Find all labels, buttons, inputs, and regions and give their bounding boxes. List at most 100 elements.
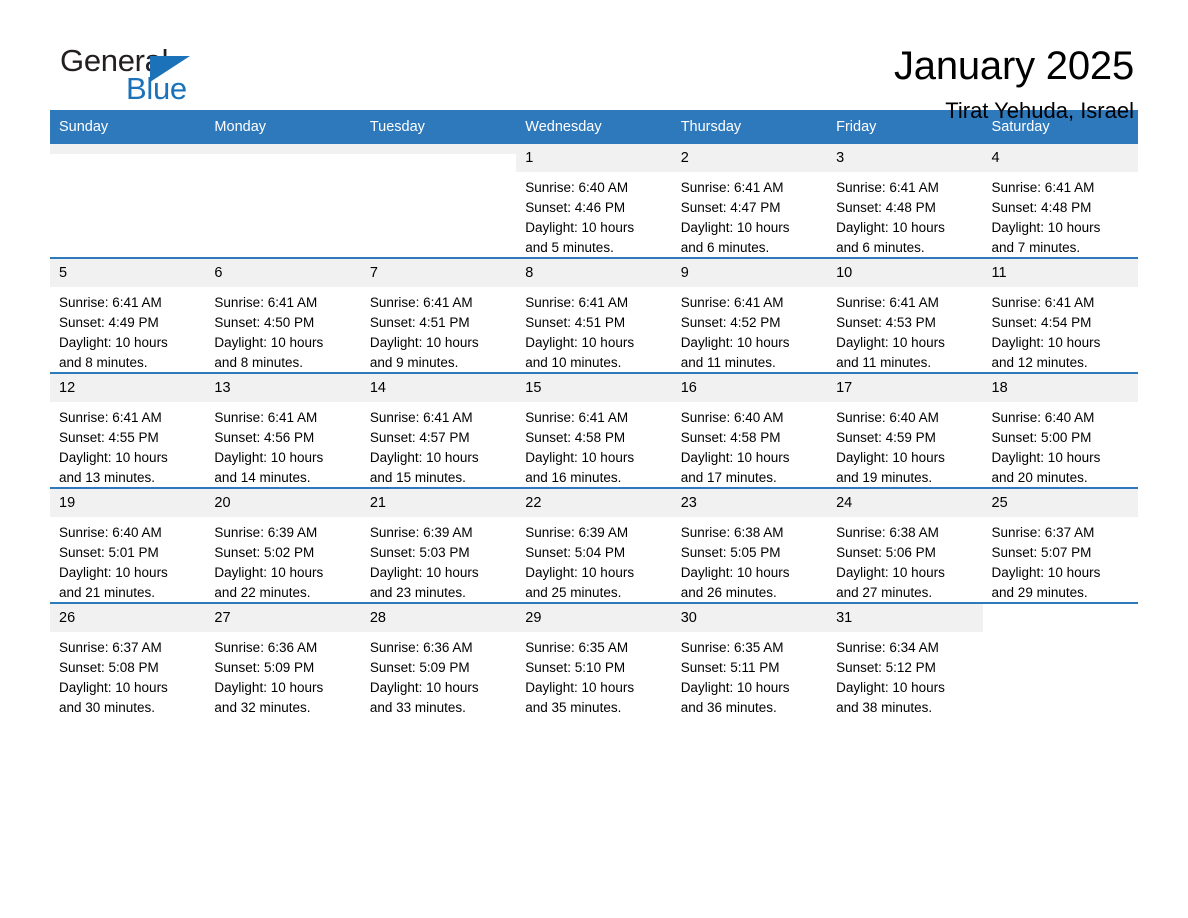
daylight-duration-line1: Daylight: 10 hours bbox=[214, 565, 324, 580]
day-details: Sunrise: 6:40 AM Sunset: 5:00 PM Daylight:… bbox=[983, 402, 1138, 488]
calendar-day-cell[interactable]: 30 Sunrise: 6:35 AM Sunset: 5:11 PM Dayligh… bbox=[671, 602, 828, 717]
day-number: 16 bbox=[671, 374, 828, 402]
calendar-day-cell[interactable] bbox=[205, 144, 361, 258]
daylight-duration-line2: and 13 minutes. bbox=[59, 470, 156, 485]
day-cell-inner: 27 Sunrise: 6:36 AM Sunset: 5:09 PM Dayligh… bbox=[205, 604, 361, 718]
calendar-day-cell[interactable]: 9 Sunrise: 6:41 AM Sunset: 4:52 PM Daylight… bbox=[671, 257, 828, 373]
sunset-time: Sunset: 4:50 PM bbox=[214, 315, 315, 330]
calendar-day-cell[interactable]: 11 Sunrise: 6:41 AM Sunset: 4:54 PM Dayligh… bbox=[982, 257, 1138, 373]
calendar-day-cell[interactable]: 24 Sunrise: 6:38 AM Sunset: 5:06 PM Dayligh… bbox=[827, 487, 983, 603]
day-number: 23 bbox=[671, 489, 828, 517]
day-cell-inner: 25 Sunrise: 6:37 AM Sunset: 5:07 PM Dayligh… bbox=[982, 489, 1138, 602]
daylight-duration-line2: and 8 minutes. bbox=[214, 355, 303, 370]
daylight-duration-line1: Daylight: 10 hours bbox=[680, 335, 790, 350]
calendar-day-cell[interactable] bbox=[360, 144, 517, 258]
day-cell-inner: 13 Sunrise: 6:41 AM Sunset: 4:56 PM Dayligh… bbox=[205, 374, 361, 487]
day-cell-inner: 29 Sunrise: 6:35 AM Sunset: 5:10 PM Dayligh… bbox=[516, 604, 672, 718]
daylight-duration-line2: and 6 minutes. bbox=[680, 240, 770, 255]
daylight-duration-line1: Daylight: 10 hours bbox=[525, 680, 635, 695]
day-number: 21 bbox=[360, 489, 517, 517]
calendar-day-cell[interactable]: 1 Sunrise: 6:40 AM Sunset: 4:46 PM Daylight… bbox=[516, 144, 672, 258]
weekday-header-sunday: Sunday bbox=[50, 110, 206, 144]
sunset-time: Sunset: 4:58 PM bbox=[525, 430, 626, 445]
sunrise-time: Sunrise: 6:38 AM bbox=[680, 525, 784, 540]
calendar-day-cell[interactable]: 29 Sunrise: 6:35 AM Sunset: 5:10 PM Dayligh… bbox=[516, 602, 672, 718]
daylight-duration-line1: Daylight: 10 hours bbox=[991, 450, 1101, 465]
calendar-day-cell[interactable]: 20 Sunrise: 6:39 AM Sunset: 5:02 PM Dayligh… bbox=[205, 487, 361, 603]
day-cell-inner: 15 Sunrise: 6:41 AM Sunset: 4:58 PM Dayligh… bbox=[516, 374, 672, 488]
day-details: Sunrise: 6:40 AM Sunset: 5:01 PM Daylight:… bbox=[50, 517, 205, 603]
day-details: Sunrise: 6:41 AM Sunset: 4:58 PM Daylight:… bbox=[516, 402, 671, 488]
day-cell-inner: 3 Sunrise: 6:41 AM Sunset: 4:48 PM Daylight… bbox=[827, 144, 983, 257]
day-number: 13 bbox=[205, 374, 361, 402]
calendar-day-cell[interactable] bbox=[50, 144, 206, 258]
sunset-time: Sunset: 4:46 PM bbox=[525, 200, 626, 215]
calendar-day-cell bbox=[982, 602, 1138, 717]
daylight-duration-line1: Daylight: 10 hours bbox=[836, 335, 945, 350]
calendar-day-cell[interactable]: 15 Sunrise: 6:41 AM Sunset: 4:58 PM Dayligh… bbox=[516, 372, 672, 488]
calendar-day-cell[interactable]: 18 Sunrise: 6:40 AM Sunset: 5:00 PM Dayligh… bbox=[982, 372, 1138, 488]
day-cell-inner: 7 Sunrise: 6:41 AM Sunset: 4:51 PM Daylight… bbox=[360, 259, 517, 372]
sunset-time: Sunset: 5:11 PM bbox=[680, 660, 780, 675]
day-number: 10 bbox=[827, 259, 983, 287]
day-details: Sunrise: 6:34 AM Sunset: 5:12 PM Daylight:… bbox=[827, 632, 982, 718]
calendar-day-cell[interactable]: 13 Sunrise: 6:41 AM Sunset: 4:56 PM Dayligh… bbox=[205, 372, 361, 488]
day-number: 26 bbox=[50, 604, 206, 632]
sunrise-time: Sunrise: 6:40 AM bbox=[525, 180, 629, 195]
sunset-time: Sunset: 5:00 PM bbox=[991, 430, 1092, 445]
calendar-day-cell[interactable]: 28 Sunrise: 6:36 AM Sunset: 5:09 PM Dayligh… bbox=[360, 602, 517, 717]
sunset-time: Sunset: 4:59 PM bbox=[836, 430, 936, 445]
calendar-day-cell[interactable]: 23 Sunrise: 6:38 AM Sunset: 5:05 PM Dayligh… bbox=[671, 487, 828, 603]
daylight-duration-line2: and 26 minutes. bbox=[680, 585, 777, 600]
day-details: Sunrise: 6:36 AM Sunset: 5:09 PM Daylight:… bbox=[205, 632, 360, 718]
calendar-day-cell[interactable]: 10 Sunrise: 6:41 AM Sunset: 4:53 PM Dayligh… bbox=[827, 257, 983, 373]
calendar-day-cell[interactable]: 12 Sunrise: 6:41 AM Sunset: 4:55 PM Dayligh… bbox=[50, 372, 206, 488]
daylight-duration-line2: and 23 minutes. bbox=[369, 585, 466, 600]
calendar-day-cell[interactable]: 16 Sunrise: 6:40 AM Sunset: 4:58 PM Dayligh… bbox=[671, 372, 828, 488]
calendar-day-cell[interactable]: 19 Sunrise: 6:40 AM Sunset: 5:01 PM Dayligh… bbox=[50, 487, 206, 603]
day-number: 6 bbox=[205, 259, 361, 287]
calendar-day-cell[interactable]: 21 Sunrise: 6:39 AM Sunset: 5:03 PM Dayligh… bbox=[360, 487, 517, 603]
calendar-day-cell[interactable]: 22 Sunrise: 6:39 AM Sunset: 5:04 PM Dayligh… bbox=[516, 487, 672, 603]
calendar-day-cell[interactable]: 6 Sunrise: 6:41 AM Sunset: 4:50 PM Daylight… bbox=[205, 257, 361, 373]
calendar-day-cell[interactable]: 14 Sunrise: 6:41 AM Sunset: 4:57 PM Dayligh… bbox=[360, 372, 517, 488]
sunrise-time: Sunrise: 6:35 AM bbox=[680, 640, 784, 655]
sunset-time: Sunset: 4:57 PM bbox=[369, 430, 470, 445]
sunrise-time: Sunrise: 6:40 AM bbox=[836, 410, 939, 425]
daylight-duration-line2: and 30 minutes. bbox=[59, 700, 156, 715]
day-number: 15 bbox=[516, 374, 672, 402]
sunrise-time: Sunrise: 6:41 AM bbox=[836, 295, 939, 310]
sunset-time: Sunset: 5:01 PM bbox=[59, 545, 159, 560]
daylight-duration-line2: and 7 minutes. bbox=[991, 240, 1081, 255]
calendar-day-cell[interactable]: 2 Sunrise: 6:41 AM Sunset: 4:47 PM Daylight… bbox=[671, 144, 828, 258]
calendar-day-cell[interactable]: 3 Sunrise: 6:41 AM Sunset: 4:48 PM Daylight… bbox=[827, 144, 983, 258]
sunrise-time: Sunrise: 6:40 AM bbox=[991, 410, 1095, 425]
sunrise-time: Sunrise: 6:34 AM bbox=[836, 640, 939, 655]
calendar-day-cell[interactable]: 25 Sunrise: 6:37 AM Sunset: 5:07 PM Dayligh… bbox=[982, 487, 1138, 603]
calendar-day-cell[interactable]: 7 Sunrise: 6:41 AM Sunset: 4:51 PM Daylight… bbox=[360, 257, 517, 373]
sunset-time: Sunset: 5:04 PM bbox=[525, 545, 626, 560]
daylight-duration-line1: Daylight: 10 hours bbox=[525, 450, 635, 465]
calendar-body: 1 Sunrise: 6:40 AM Sunset: 4:46 PM Daylight… bbox=[50, 144, 1138, 717]
calendar-day-cell[interactable]: 26 Sunrise: 6:37 AM Sunset: 5:08 PM Dayligh… bbox=[50, 602, 206, 717]
daylight-duration-line2: and 32 minutes. bbox=[214, 700, 311, 715]
daylight-duration-line1: Daylight: 10 hours bbox=[214, 450, 324, 465]
calendar-day-cell[interactable]: 27 Sunrise: 6:36 AM Sunset: 5:09 PM Dayligh… bbox=[205, 602, 361, 718]
day-cell-inner: 31 Sunrise: 6:34 AM Sunset: 5:12 PM Dayligh… bbox=[827, 604, 983, 718]
calendar-day-cell[interactable]: 5 Sunrise: 6:41 AM Sunset: 4:49 PM Daylight… bbox=[50, 257, 206, 373]
calendar-day-cell[interactable]: 8 Sunrise: 6:41 AM Sunset: 4:51 PM Daylight… bbox=[516, 257, 672, 373]
calendar-day-cell[interactable]: 31 Sunrise: 6:34 AM Sunset: 5:12 PM Dayligh… bbox=[827, 602, 983, 718]
day-details: Sunrise: 6:41 AM Sunset: 4:55 PM Daylight:… bbox=[50, 402, 205, 488]
day-cell-inner: 23 Sunrise: 6:38 AM Sunset: 5:05 PM Dayligh… bbox=[671, 489, 828, 602]
day-number: 7 bbox=[360, 259, 517, 287]
calendar-day-cell[interactable]: 17 Sunrise: 6:40 AM Sunset: 4:59 PM Dayligh… bbox=[827, 372, 983, 488]
daylight-duration-line1: Daylight: 10 hours bbox=[836, 450, 945, 465]
sunset-time: Sunset: 4:55 PM bbox=[59, 430, 159, 445]
day-details: Sunrise: 6:40 AM Sunset: 4:58 PM Daylight:… bbox=[672, 402, 827, 488]
day-details: Sunrise: 6:35 AM Sunset: 5:10 PM Daylight:… bbox=[516, 632, 671, 718]
sunrise-time: Sunrise: 6:39 AM bbox=[525, 525, 629, 540]
day-number: 11 bbox=[982, 259, 1138, 287]
day-number: 17 bbox=[827, 374, 983, 402]
calendar-day-cell[interactable]: 4 Sunrise: 6:41 AM Sunset: 4:48 PM Daylight… bbox=[982, 144, 1138, 258]
sunrise-time: Sunrise: 6:41 AM bbox=[836, 180, 939, 195]
